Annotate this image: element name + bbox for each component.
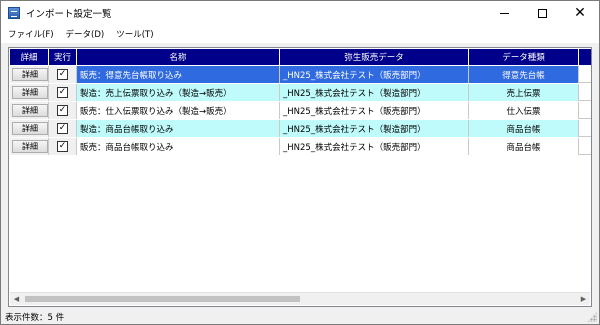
app-window-icon [8, 7, 20, 19]
close-button[interactable]: ✕ [561, 1, 599, 25]
filler-cell [579, 102, 591, 119]
name-cell[interactable]: 製造：売上伝票取り込み（製造→販売） [77, 84, 280, 101]
maximize-icon [537, 8, 547, 18]
detail-cell: 詳細 [10, 138, 49, 155]
table-row[interactable]: 詳細 ✓ 販売：仕入伝票取り込み（製造→販売） _HN25_株式会社テスト（販売部門）… [10, 102, 591, 119]
detail-button[interactable]: 詳細 [12, 104, 48, 117]
minimize-icon [499, 12, 509, 14]
window-controls: ✕ [485, 1, 599, 25]
column-header-filler [579, 49, 591, 65]
record-count: 表示件数：5 件 [5, 313, 65, 323]
detail-cell: 詳細 [10, 120, 49, 137]
execute-checkbox[interactable]: ✓ [57, 69, 68, 80]
horizontal-scrollbar[interactable]: ◀ ▶ [10, 292, 590, 305]
detail-cell: 詳細 [10, 102, 49, 119]
menu-tools[interactable]: ツール(T) [110, 28, 159, 40]
data-type-cell[interactable]: 商品台帳 [469, 138, 579, 155]
column-header-data-type[interactable]: データ種類 [469, 49, 579, 65]
grid-header: 詳細 実行 名称 弥生販売データ データ種類 [10, 49, 591, 65]
detail-button[interactable]: 詳細 [12, 122, 48, 135]
yayoi-data-cell[interactable]: _HN25_株式会社テスト（製造部門） [280, 84, 469, 101]
filler-cell [579, 84, 591, 101]
data-type-cell[interactable]: 商品台帳 [469, 120, 579, 137]
menu-data[interactable]: データ(D) [60, 28, 111, 40]
execute-checkbox[interactable]: ✓ [57, 141, 68, 152]
table-row[interactable]: 詳細 ✓ 販売：得意先台帳取り込み _HN25_株式会社テスト（販売部門） 得意先台帳 [10, 66, 591, 83]
execute-checkbox[interactable]: ✓ [57, 123, 68, 134]
table-row[interactable]: 詳細 ✓ 製造：売上伝票取り込み（製造→販売） _HN25_株式会社テスト（製造部門）… [10, 84, 591, 101]
execute-cell: ✓ [49, 102, 77, 119]
yayoi-data-cell[interactable]: _HN25_株式会社テスト（販売部門） [280, 102, 469, 119]
detail-button[interactable]: 詳細 [12, 140, 48, 153]
name-cell[interactable]: 製造：商品台帳取り込み [77, 120, 280, 137]
maximize-button[interactable] [523, 1, 561, 25]
scroll-right-arrow-icon[interactable]: ▶ [577, 293, 590, 305]
yayoi-data-cell[interactable]: _HN25_株式会社テスト（販売部門） [280, 138, 469, 155]
yayoi-data-cell[interactable]: _HN25_株式会社テスト（製造部門） [280, 120, 469, 137]
filler-cell [579, 66, 591, 83]
scrollbar-thumb[interactable] [25, 296, 300, 302]
execute-cell: ✓ [49, 84, 77, 101]
title-bar[interactable]: インポート設定一覧 ✕ [1, 1, 599, 25]
name-cell[interactable]: 販売：商品台帳取り込み [77, 138, 280, 155]
status-bar: 表示件数：5 件 [1, 310, 599, 324]
data-type-cell[interactable]: 売上伝票 [469, 84, 579, 101]
data-type-cell[interactable]: 仕入伝票 [469, 102, 579, 119]
execute-cell: ✓ [49, 138, 77, 155]
column-header-execute[interactable]: 実行 [49, 49, 77, 65]
detail-cell: 詳細 [10, 84, 49, 101]
scroll-left-arrow-icon[interactable]: ◀ [10, 293, 23, 305]
column-header-yayoi-data[interactable]: 弥生販売データ [280, 49, 469, 65]
table-row[interactable]: 詳細 ✓ 製造：商品台帳取り込み _HN25_株式会社テスト（製造部門） 商品台帳 [10, 120, 591, 137]
detail-button[interactable]: 詳細 [12, 86, 48, 99]
table-row[interactable]: 詳細 ✓ 販売：商品台帳取り込み _HN25_株式会社テスト（販売部門） 商品台帳 [10, 138, 591, 155]
column-header-name[interactable]: 名称 [77, 49, 280, 65]
detail-cell: 詳細 [10, 66, 49, 83]
filler-cell [579, 138, 591, 155]
execute-checkbox[interactable]: ✓ [57, 87, 68, 98]
column-header-detail[interactable]: 詳細 [10, 49, 49, 65]
name-cell[interactable]: 販売：得意先台帳取り込み [77, 66, 280, 83]
detail-button[interactable]: 詳細 [12, 68, 48, 81]
execute-checkbox[interactable]: ✓ [57, 105, 68, 116]
import-settings-grid: 詳細 実行 名称 弥生販売データ データ種類 詳細 ✓ 販売：得意先台帳取り込み _H… [8, 47, 592, 307]
yayoi-data-cell[interactable]: _HN25_株式会社テスト（販売部門） [280, 66, 469, 83]
filler-cell [579, 120, 591, 137]
resize-grip-icon[interactable] [587, 312, 597, 322]
minimize-button[interactable] [485, 1, 523, 25]
execute-cell: ✓ [49, 120, 77, 137]
menu-file[interactable]: ファイル(F) [1, 28, 60, 40]
main-window: インポート設定一覧 ✕ ファイル(F) データ(D) ツール(T) 詳細 実行 … [0, 0, 600, 325]
menu-bar: ファイル(F) データ(D) ツール(T) [1, 25, 599, 43]
data-type-cell[interactable]: 得意先台帳 [469, 66, 579, 83]
name-cell[interactable]: 販売：仕入伝票取り込み（製造→販売） [77, 102, 280, 119]
close-icon: ✕ [574, 5, 586, 21]
execute-cell: ✓ [49, 66, 77, 83]
window-title: インポート設定一覧 [26, 9, 112, 20]
